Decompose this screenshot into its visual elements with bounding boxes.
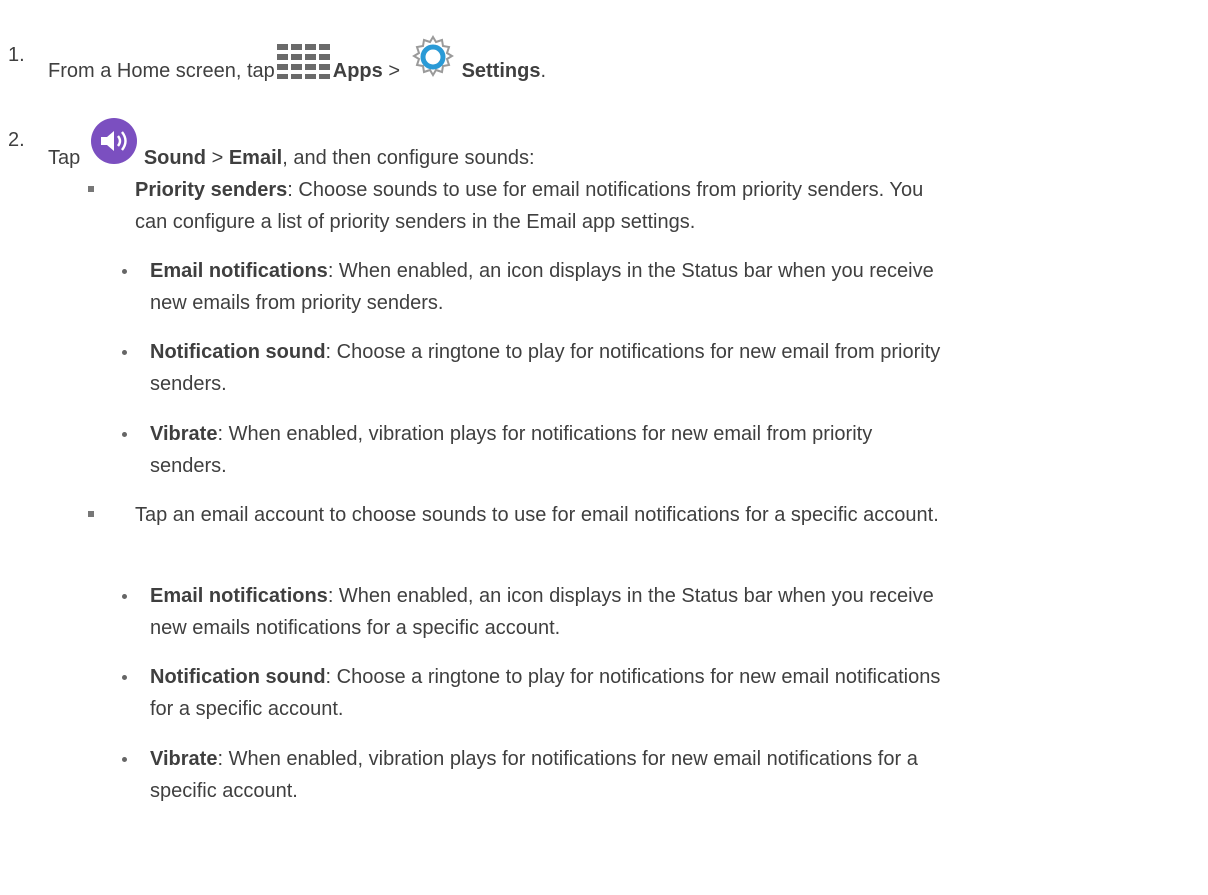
round-bullet-icon: [122, 757, 127, 762]
separator: >: [388, 60, 400, 82]
priority-item-title: Vibrate: [150, 423, 218, 445]
priority-item-2-line-2: senders.: [150, 373, 227, 395]
priority-item-1-line-2: new emails from priority senders.: [150, 292, 444, 314]
priority-senders-title: Priority senders: [135, 179, 288, 201]
account-item-title: Vibrate: [150, 748, 218, 770]
account-item-title: Email notifications: [150, 585, 328, 607]
round-bullet-icon: [122, 269, 127, 274]
priority-item-desc: : When enabled, vibration plays for noti…: [217, 423, 873, 445]
separator: >: [211, 147, 224, 169]
square-bullet-icon: [88, 511, 94, 517]
priority-item-3-line-2: senders.: [150, 455, 227, 477]
settings-label: Settings: [461, 60, 541, 82]
square-bullet-icon: [88, 186, 94, 192]
account-item-2-line-1: Notification sound: Choose a ringtone to…: [150, 662, 940, 692]
step-1-prefix: From a Home screen, tap: [48, 60, 275, 82]
step-2-prefix: Tap: [48, 147, 81, 169]
priority-item-1-line-1: Email notifications: When enabled, an ic…: [150, 256, 934, 286]
step-number: 1.: [8, 44, 25, 66]
priority-item-desc: : Choose a ringtone to play for notifica…: [325, 341, 941, 363]
account-item-3-line-1: Vibrate: When enabled, vibration plays f…: [150, 744, 918, 774]
priority-item-title: Email notifications: [150, 260, 328, 282]
settings-gear-icon: [410, 34, 456, 80]
round-bullet-icon: [122, 675, 127, 680]
priority-item-2-line-1: Notification sound: Choose a ringtone to…: [150, 337, 940, 367]
step-1-end: .: [540, 60, 547, 82]
round-bullet-icon: [122, 432, 127, 437]
email-label: Email: [228, 147, 283, 169]
apps-label: Apps: [332, 60, 383, 82]
sound-label: Sound: [143, 147, 207, 169]
round-bullet-icon: [122, 350, 127, 355]
sound-speaker-icon: [90, 117, 138, 165]
account-item-desc: : Choose a ringtone to play for notifica…: [325, 666, 941, 688]
round-bullet-icon: [122, 594, 127, 599]
priority-senders-line-2: can configure a list of priority senders…: [135, 211, 696, 233]
account-text: Tap an email account to choose sounds to…: [135, 504, 939, 526]
account-item-desc: : When enabled, vibration plays for noti…: [217, 748, 918, 770]
step-2-text: Tap Sound > Email, and then configure so…: [48, 118, 535, 173]
priority-item-3-line-1: Vibrate: When enabled, vibration plays f…: [150, 419, 872, 449]
step-2-suffix: , and then configure sounds:: [282, 147, 535, 169]
priority-item-title: Notification sound: [150, 341, 326, 363]
step-number: 2.: [8, 129, 25, 151]
step-1-text: From a Home screen, tap Apps > Settings.: [48, 35, 547, 86]
apps-grid-icon: [276, 44, 331, 82]
account-item-1-line-2: new emails notifications for a specific …: [150, 617, 561, 639]
account-item-desc: : When enabled, an icon displays in the …: [327, 585, 934, 607]
priority-senders-line-1: Priority senders: Choose sounds to use f…: [135, 175, 923, 205]
priority-senders-desc: : Choose sounds to use for email notific…: [287, 179, 924, 201]
priority-item-desc: : When enabled, an icon displays in the …: [327, 260, 934, 282]
account-item-2-line-2: for a specific account.: [150, 698, 344, 720]
account-item-title: Notification sound: [150, 666, 326, 688]
account-item-3-line-2: specific account.: [150, 780, 298, 802]
account-item-1-line-1: Email notifications: When enabled, an ic…: [150, 581, 934, 611]
